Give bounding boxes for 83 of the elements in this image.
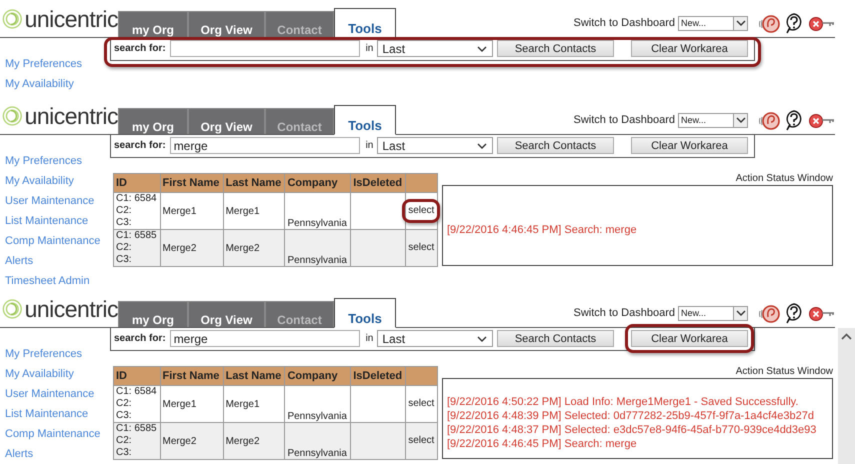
field-dropdown[interactable]: Last (377, 137, 493, 154)
field-dropdown[interactable]: Last (377, 40, 493, 57)
sidebar-link[interactable]: Alerts (5, 447, 110, 462)
table-cell: Merge2 (223, 422, 285, 460)
logo-text: unicentric (24, 102, 118, 130)
search-field[interactable] (170, 40, 360, 57)
tab[interactable]: my Org (118, 301, 188, 327)
tab[interactable]: Tools (334, 8, 396, 38)
sidebar-link[interactable]: User Maintenance (5, 387, 110, 402)
dashboard-dropdown[interactable]: New... (678, 306, 748, 320)
column-header: Last Name (223, 174, 285, 192)
column-header: First Name (160, 366, 224, 386)
tab[interactable]: Org View (188, 108, 265, 134)
sidebar-link[interactable]: My Preferences (5, 154, 110, 169)
search-button[interactable]: Search Contacts (497, 40, 614, 57)
sidebar-link[interactable]: My Availability (5, 367, 110, 382)
tab[interactable]: Org View (188, 301, 265, 327)
status-message: [9/22/2016 4:46:45 PM] Search: merge (447, 222, 638, 236)
search-label: search for: (114, 333, 166, 344)
tab[interactable]: my Org (118, 11, 188, 37)
sidebar-link[interactable]: Comp Maintenance (5, 234, 110, 249)
table-cell: Merge2 (160, 422, 224, 460)
dashboard-label: Switch to Dashboard (574, 114, 675, 126)
search-button[interactable]: Search Contacts (497, 330, 614, 347)
help-icon[interactable] (784, 12, 804, 34)
audio-icon[interactable] (759, 109, 780, 131)
status-window-title: Action Status Window (736, 366, 833, 378)
dashboard-label: Switch to Dashboard (574, 17, 675, 29)
column-header: Company (284, 174, 351, 192)
sidebar-link[interactable]: Timesheet Admin (5, 274, 110, 289)
status-message: [9/22/2016 4:48:39 PM] Selected: 0d777282-25b9-457f-9f7a-1a4cf4e3b27d (447, 408, 815, 422)
tab[interactable]: my Org (118, 108, 188, 134)
sidebar-link[interactable]: Comp Maintenance (5, 427, 110, 442)
sidebar-link[interactable]: My Preferences (5, 57, 110, 72)
table-cell: Pennsylvania (284, 230, 351, 266)
tab[interactable]: Org View (188, 11, 265, 37)
clear-button[interactable]: Clear Workarea (631, 137, 748, 154)
tab[interactable]: Tools (334, 105, 396, 135)
table-cell: Pennsylvania (284, 422, 351, 460)
sidebar-link[interactable]: My Availability (5, 77, 110, 92)
table-cell: C1: 6585 C2: C3: (114, 230, 160, 266)
scrollbar[interactable] (838, 328, 855, 464)
status-message: [9/22/2016 4:46:45 PM] Search: merge (447, 436, 638, 450)
status-window-title: Action Status Window (736, 173, 833, 185)
search-label: search for: (114, 43, 166, 54)
dashboard-dropdown[interactable]: New... (678, 112, 748, 128)
column-header: Last Name (223, 366, 285, 386)
column-header: ID (114, 366, 160, 386)
column-header: IsDeleted (350, 174, 406, 192)
search-field[interactable]: merge (170, 137, 360, 154)
sidebar-link[interactable]: Alerts (5, 254, 110, 269)
logo-text: unicentric (24, 6, 118, 32)
column-header: Company (284, 366, 351, 386)
sidebar-link[interactable]: My Preferences (5, 347, 110, 362)
dashboard-label: Switch to Dashboard (574, 307, 675, 319)
status-message: [9/22/2016 4:48:37 PM] Selected: e3dc57e8-94f6-45af-b770-939ce4dd3e93 (447, 422, 818, 436)
column-header: First Name (160, 174, 224, 192)
tab[interactable]: Tools (334, 298, 396, 328)
sidebar-link[interactable]: My Availability (5, 174, 110, 189)
table-cell: C1: 6585 C2: C3: (114, 422, 160, 460)
field-dropdown[interactable]: Last (377, 330, 493, 347)
clear-button[interactable]: Clear Workarea (631, 330, 748, 347)
help-icon[interactable] (784, 109, 804, 131)
sidebar-link[interactable]: List Maintenance (5, 407, 110, 422)
search-label: search for: (114, 140, 166, 151)
status-message: [9/22/2016 4:50:22 PM] Load Info: Merge1Merge1 - Saved Successfully. (447, 394, 800, 408)
column-header: IsDeleted (350, 366, 406, 386)
in-label: in (366, 140, 374, 151)
search-button[interactable]: Search Contacts (497, 137, 614, 154)
help-icon[interactable] (784, 302, 804, 324)
clear-button[interactable]: Clear Workarea (631, 40, 748, 57)
search-field[interactable]: merge (170, 330, 360, 347)
sidebar-link[interactable]: User Maintenance (5, 194, 110, 209)
logo-text: unicentric (24, 296, 118, 322)
sidebar-link[interactable]: List Maintenance (5, 214, 110, 229)
in-label: in (366, 333, 374, 344)
audio-icon[interactable] (759, 302, 780, 324)
audio-icon[interactable] (759, 12, 780, 34)
table-cell: Merge2 (160, 230, 224, 266)
in-label: in (366, 43, 374, 54)
table-cell: Merge2 (223, 230, 285, 266)
column-header: ID (114, 174, 160, 192)
dashboard-dropdown[interactable]: New... (678, 16, 748, 30)
